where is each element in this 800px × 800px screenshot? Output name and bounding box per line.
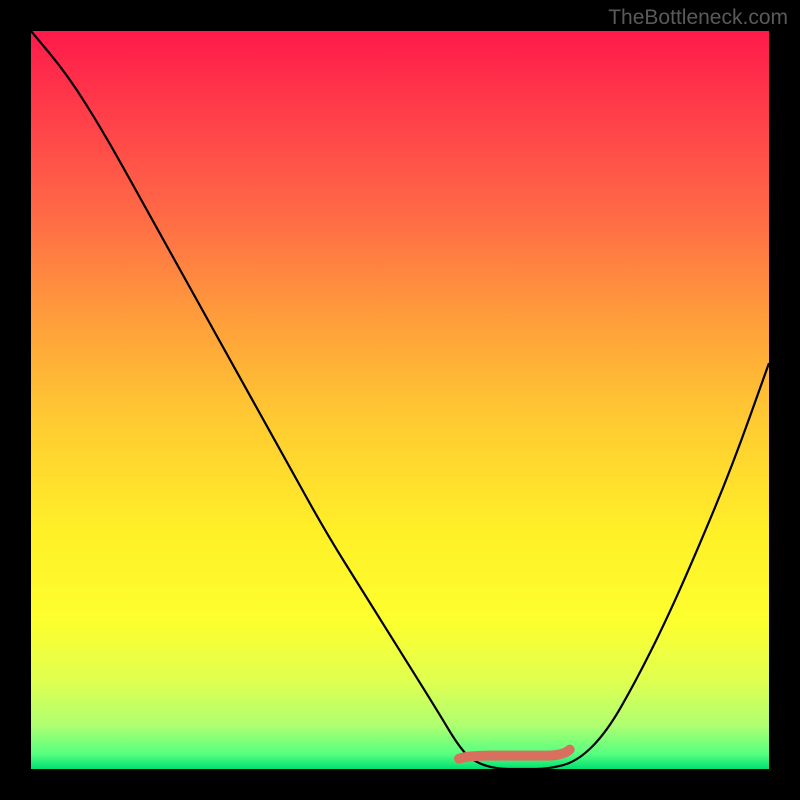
chart-svg [31,31,769,769]
optimal-range-highlight [459,750,570,759]
attribution-text: TheBottleneck.com [608,6,788,30]
bottleneck-curve [31,31,769,769]
